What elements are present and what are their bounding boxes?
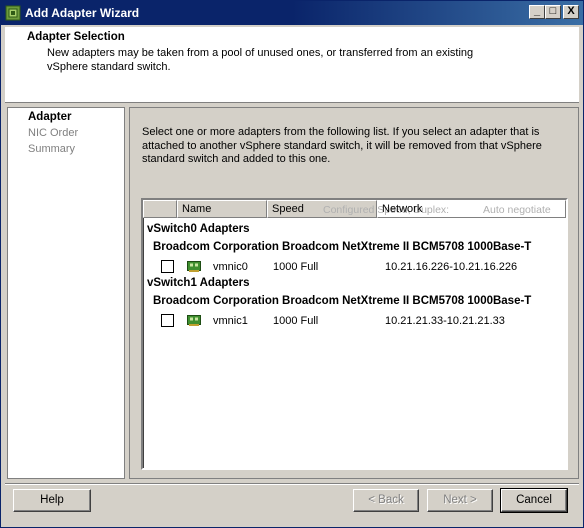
vendor-label-vswitch0: Broadcom Corporation Broadcom NetXtreme … — [153, 241, 532, 253]
footer-divider — [5, 483, 579, 485]
window-title: Add Adapter Wizard — [25, 6, 140, 20]
table-row[interactable]: vmnic0 1000 Full 10.21.16.226-10.21.16.2… — [143, 258, 566, 276]
header-panel: Adapter Selection New adapters may be ta… — [5, 27, 579, 103]
content-panel: Select one or more adapters from the fol… — [129, 107, 579, 479]
nav-item-summary[interactable]: Summary — [28, 143, 75, 155]
cancel-button[interactable]: Cancel — [500, 488, 568, 513]
adapter-name: vmnic1 — [213, 315, 248, 327]
adapter-speed: 1000 Full — [273, 315, 319, 327]
maximize-button[interactable]: □ — [545, 5, 561, 19]
adapter-network: 10.21.21.33-10.21.21.33 — [385, 315, 505, 327]
wizard-window: Add Adapter Wizard _ □ X Adapter Selecti… — [0, 0, 584, 528]
minimize-button[interactable]: _ — [529, 5, 545, 19]
back-button[interactable]: < Back — [353, 489, 419, 512]
adapter-checkbox[interactable] — [161, 314, 174, 327]
vendor-label-vswitch1: Broadcom Corporation Broadcom NetXtreme … — [153, 295, 532, 307]
title-bar[interactable]: Add Adapter Wizard _ □ X — [1, 1, 583, 25]
page-title: Adapter Selection — [27, 31, 125, 43]
adapter-network: 10.21.16.226-10.21.16.226 — [385, 261, 518, 273]
group-header-vswitch0: vSwitch0 Adapters — [147, 223, 250, 235]
table-row[interactable]: vmnic1 1000 Full 10.21.21.33-10.21.21.33 — [143, 312, 566, 330]
network-adapter-icon — [187, 315, 201, 326]
next-button[interactable]: Next > — [427, 489, 493, 512]
nav-item-adapter[interactable]: Adapter — [28, 111, 71, 123]
adapter-checkbox[interactable] — [161, 260, 174, 273]
adapter-speed: 1000 Full — [273, 261, 319, 273]
adapter-list[interactable]: Name Speed Configured Speed, Duplex: Net… — [141, 198, 568, 470]
wizard-steps-nav: Adapter NIC Order Summary — [7, 107, 125, 479]
intro-text: Select one or more adapters from the fol… — [142, 126, 542, 165]
ghost-auto-negotiate: Auto negotiate — [483, 204, 551, 216]
help-button[interactable]: Help — [13, 489, 91, 512]
column-header-name[interactable]: Name — [177, 200, 267, 218]
network-adapter-icon — [187, 261, 201, 272]
page-description: New adapters may be taken from a pool of… — [47, 47, 474, 73]
adapter-name: vmnic0 — [213, 261, 248, 273]
nav-item-nic-order[interactable]: NIC Order — [28, 127, 78, 139]
group-header-vswitch1: vSwitch1 Adapters — [147, 277, 250, 289]
close-button[interactable]: X — [563, 5, 579, 19]
column-header-select[interactable] — [143, 200, 177, 218]
vsphere-app-icon — [5, 5, 21, 21]
